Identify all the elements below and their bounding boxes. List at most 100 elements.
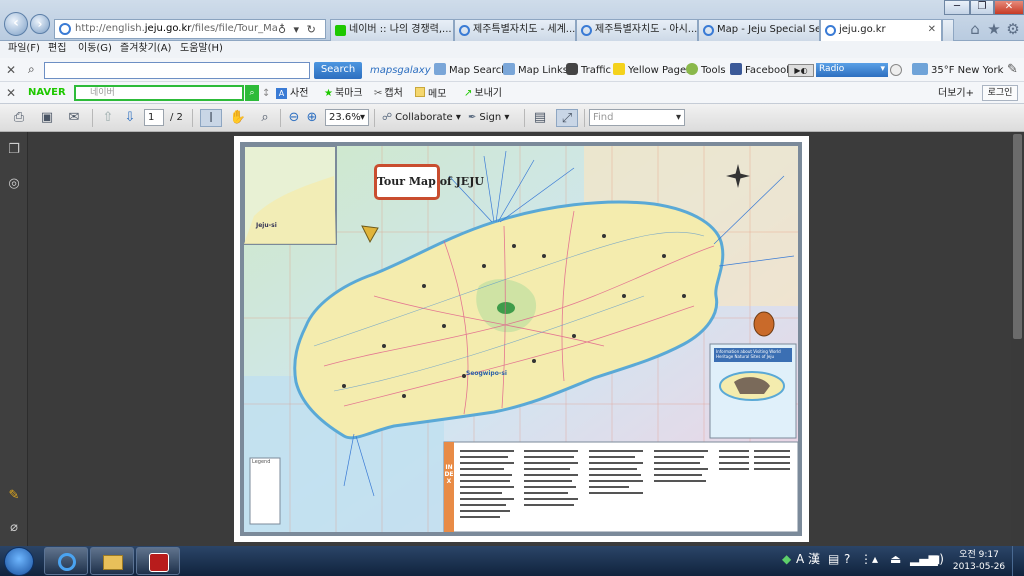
help-icon[interactable]: ? xyxy=(844,552,850,566)
forward-button[interactable]: › xyxy=(30,14,50,34)
comments-icon[interactable]: ✎ xyxy=(6,488,22,504)
map-search-link[interactable]: Map Search xyxy=(434,63,508,79)
map-artwork xyxy=(244,146,798,532)
dictionary-button[interactable]: A 사전 xyxy=(276,87,308,101)
start-button[interactable] xyxy=(4,547,34,576)
weather-label: 35°F New York xyxy=(931,65,1004,76)
naver-toolbar: ✕ NAVER 네이버 ⌕ ↕ A 사전 ★ 북마크 ✂ 캡처 메모 ↗ 보내기 더보기… xyxy=(0,82,1024,104)
radio-play-controls[interactable]: ▶◐ xyxy=(788,64,814,77)
naver-logo[interactable]: NAVER xyxy=(28,87,66,98)
restore-button[interactable]: ❐ xyxy=(970,0,994,15)
tab-label: 제주특별자치도 - 세계... xyxy=(473,24,576,35)
sign-button[interactable]: ✒ Sign ▾ xyxy=(468,110,509,126)
menu-help[interactable]: 도움말(H) xyxy=(180,41,223,57)
radio-dropdown[interactable]: Radio ▾ xyxy=(816,63,888,77)
options-icon[interactable]: ⋮ xyxy=(860,552,872,566)
home-icon[interactable]: ⌂ xyxy=(966,20,984,38)
print-icon[interactable]: ⎙ xyxy=(8,109,30,127)
show-hidden-icons[interactable]: ▴ xyxy=(872,552,878,566)
ime-indicator[interactable]: A 漢 xyxy=(796,552,820,566)
pdf-scrollbar[interactable] xyxy=(1011,132,1024,546)
toolbar-search-button[interactable]: Search xyxy=(314,62,362,79)
marquee-zoom-icon[interactable]: ⌕ xyxy=(254,109,276,127)
url-domain: jeju.go.kr xyxy=(144,23,192,34)
tab-naver[interactable]: 네이버 :: 나의 경쟁력,... xyxy=(330,19,454,41)
tab-label: Map - Jeju Special Self... xyxy=(717,24,819,35)
ie-icon xyxy=(58,553,76,571)
capture-button[interactable]: ✂ 캡처 xyxy=(374,87,403,101)
volume-icon[interactable]: ◀) xyxy=(930,552,944,566)
tab-label: 네이버 :: 나의 경쟁력,... xyxy=(349,24,452,35)
acrobat-icon xyxy=(149,553,169,572)
new-tab-button[interactable] xyxy=(942,19,954,41)
menu-go[interactable]: 이동(G) xyxy=(78,41,112,57)
scrollbar-thumb[interactable] xyxy=(1013,134,1022,339)
zoom-in-icon[interactable]: ⊕ xyxy=(304,109,320,127)
search-magnifier-icon: ⌕ xyxy=(28,62,35,76)
taskbar-ie[interactable] xyxy=(44,547,88,575)
network-shield-icon[interactable]: ◆ xyxy=(782,552,791,566)
tab-jeju-world[interactable]: 제주특별자치도 - 세계... xyxy=(454,19,576,41)
bookmark-button[interactable]: ★ 북마크 xyxy=(324,87,363,101)
close-toolbar-icon[interactable]: ✕ xyxy=(6,63,16,77)
display-icon[interactable]: ▤ xyxy=(828,552,839,566)
fit-width-icon[interactable]: ⤢ xyxy=(556,109,578,127)
window-close-button[interactable]: ✕ xyxy=(994,0,1024,15)
toolbar-divider xyxy=(374,109,375,127)
tab-jeju-asia[interactable]: 제주특별자치도 - 아시... xyxy=(576,19,698,41)
clock-time: 오전 9:17 xyxy=(959,550,999,560)
memo-button[interactable]: 메모 xyxy=(415,87,446,101)
pages-icon[interactable]: ❐ xyxy=(6,142,22,158)
next-page-icon[interactable]: ⇩ xyxy=(120,109,140,127)
collaborate-button[interactable]: ☍ Collaborate ▾ xyxy=(382,110,461,126)
settings-gear-icon[interactable]: ⚙ xyxy=(1004,20,1022,38)
toolbar-divider xyxy=(524,109,525,127)
previous-page-icon[interactable]: ⇧ xyxy=(98,109,118,127)
radio-volume-icon[interactable] xyxy=(890,64,902,76)
yellow-pages-link[interactable]: Yellow Pages xyxy=(613,63,691,79)
map-links-link[interactable]: Map Links xyxy=(503,63,568,79)
close-tab-icon[interactable]: ✕ xyxy=(928,20,936,40)
attachment-paperclip-icon[interactable]: ⌀ xyxy=(6,520,22,536)
close-toolbar-icon[interactable]: ✕ xyxy=(6,86,16,100)
tools-link[interactable]: Tools xyxy=(686,63,726,79)
email-icon[interactable]: ✉ xyxy=(62,109,86,127)
naver-search-input[interactable]: 네이버 xyxy=(74,85,244,101)
hand-tool-icon[interactable]: ✋ xyxy=(228,109,248,127)
find-input[interactable]: Find ▾ xyxy=(589,109,685,126)
collaborate-label: Collaborate xyxy=(395,112,453,123)
menu-file[interactable]: 파일(F) xyxy=(8,41,40,57)
weather-widget[interactable]: 35°F New York xyxy=(912,63,1003,79)
tab-map-jeju[interactable]: Map - Jeju Special Self... xyxy=(698,19,820,41)
favorites-star-icon[interactable]: ★ xyxy=(985,20,1003,38)
city-label: Seogwipo-si xyxy=(466,370,507,377)
zoom-out-icon[interactable]: ⊖ xyxy=(286,109,302,127)
toolbar-search-input[interactable] xyxy=(44,62,310,79)
send-button[interactable]: ↗ 보내기 xyxy=(464,87,502,101)
system-clock[interactable]: 오전 9:17 2013-05-26 xyxy=(952,549,1006,573)
binoculars-icon[interactable]: ◎ xyxy=(6,176,22,192)
fit-page-icon[interactable]: ▤ xyxy=(530,109,550,127)
zoom-level-select[interactable]: 23.6% ▾ xyxy=(325,109,369,126)
wrench-icon[interactable]: ✎ xyxy=(1007,62,1018,77)
minimize-button[interactable]: ─ xyxy=(944,0,970,15)
address-tools[interactable]: ♁ ▾ ↻ ✕ xyxy=(278,19,326,55)
taskbar-explorer[interactable] xyxy=(90,547,134,575)
show-desktop-button[interactable] xyxy=(1012,546,1024,576)
save-icon[interactable]: ▣ xyxy=(36,109,58,127)
login-button[interactable]: 로그인 xyxy=(982,85,1018,101)
back-button[interactable]: ‹ xyxy=(4,12,28,36)
radio-label: Radio xyxy=(819,64,845,74)
naver-search-button[interactable]: ⌕ xyxy=(245,85,259,101)
taskbar-acrobat[interactable] xyxy=(136,547,180,575)
facebook-link[interactable]: Facebook xyxy=(730,63,792,79)
usb-icon[interactable]: ⏏ xyxy=(890,552,901,566)
menu-edit[interactable]: 편집 xyxy=(48,41,66,57)
page-number-input[interactable]: 1 xyxy=(144,109,164,126)
more-button[interactable]: 더보기+ xyxy=(938,87,974,101)
menu-favorites[interactable]: 즐겨찾기(A) xyxy=(120,41,171,57)
tab-jeju-go-kr[interactable]: jeju.go.kr ✕ xyxy=(820,19,942,41)
traffic-link[interactable]: Traffic xyxy=(566,63,611,79)
select-text-icon[interactable]: I xyxy=(200,109,222,127)
mapsgalaxy-logo[interactable]: mapsgalaxy xyxy=(370,63,431,79)
